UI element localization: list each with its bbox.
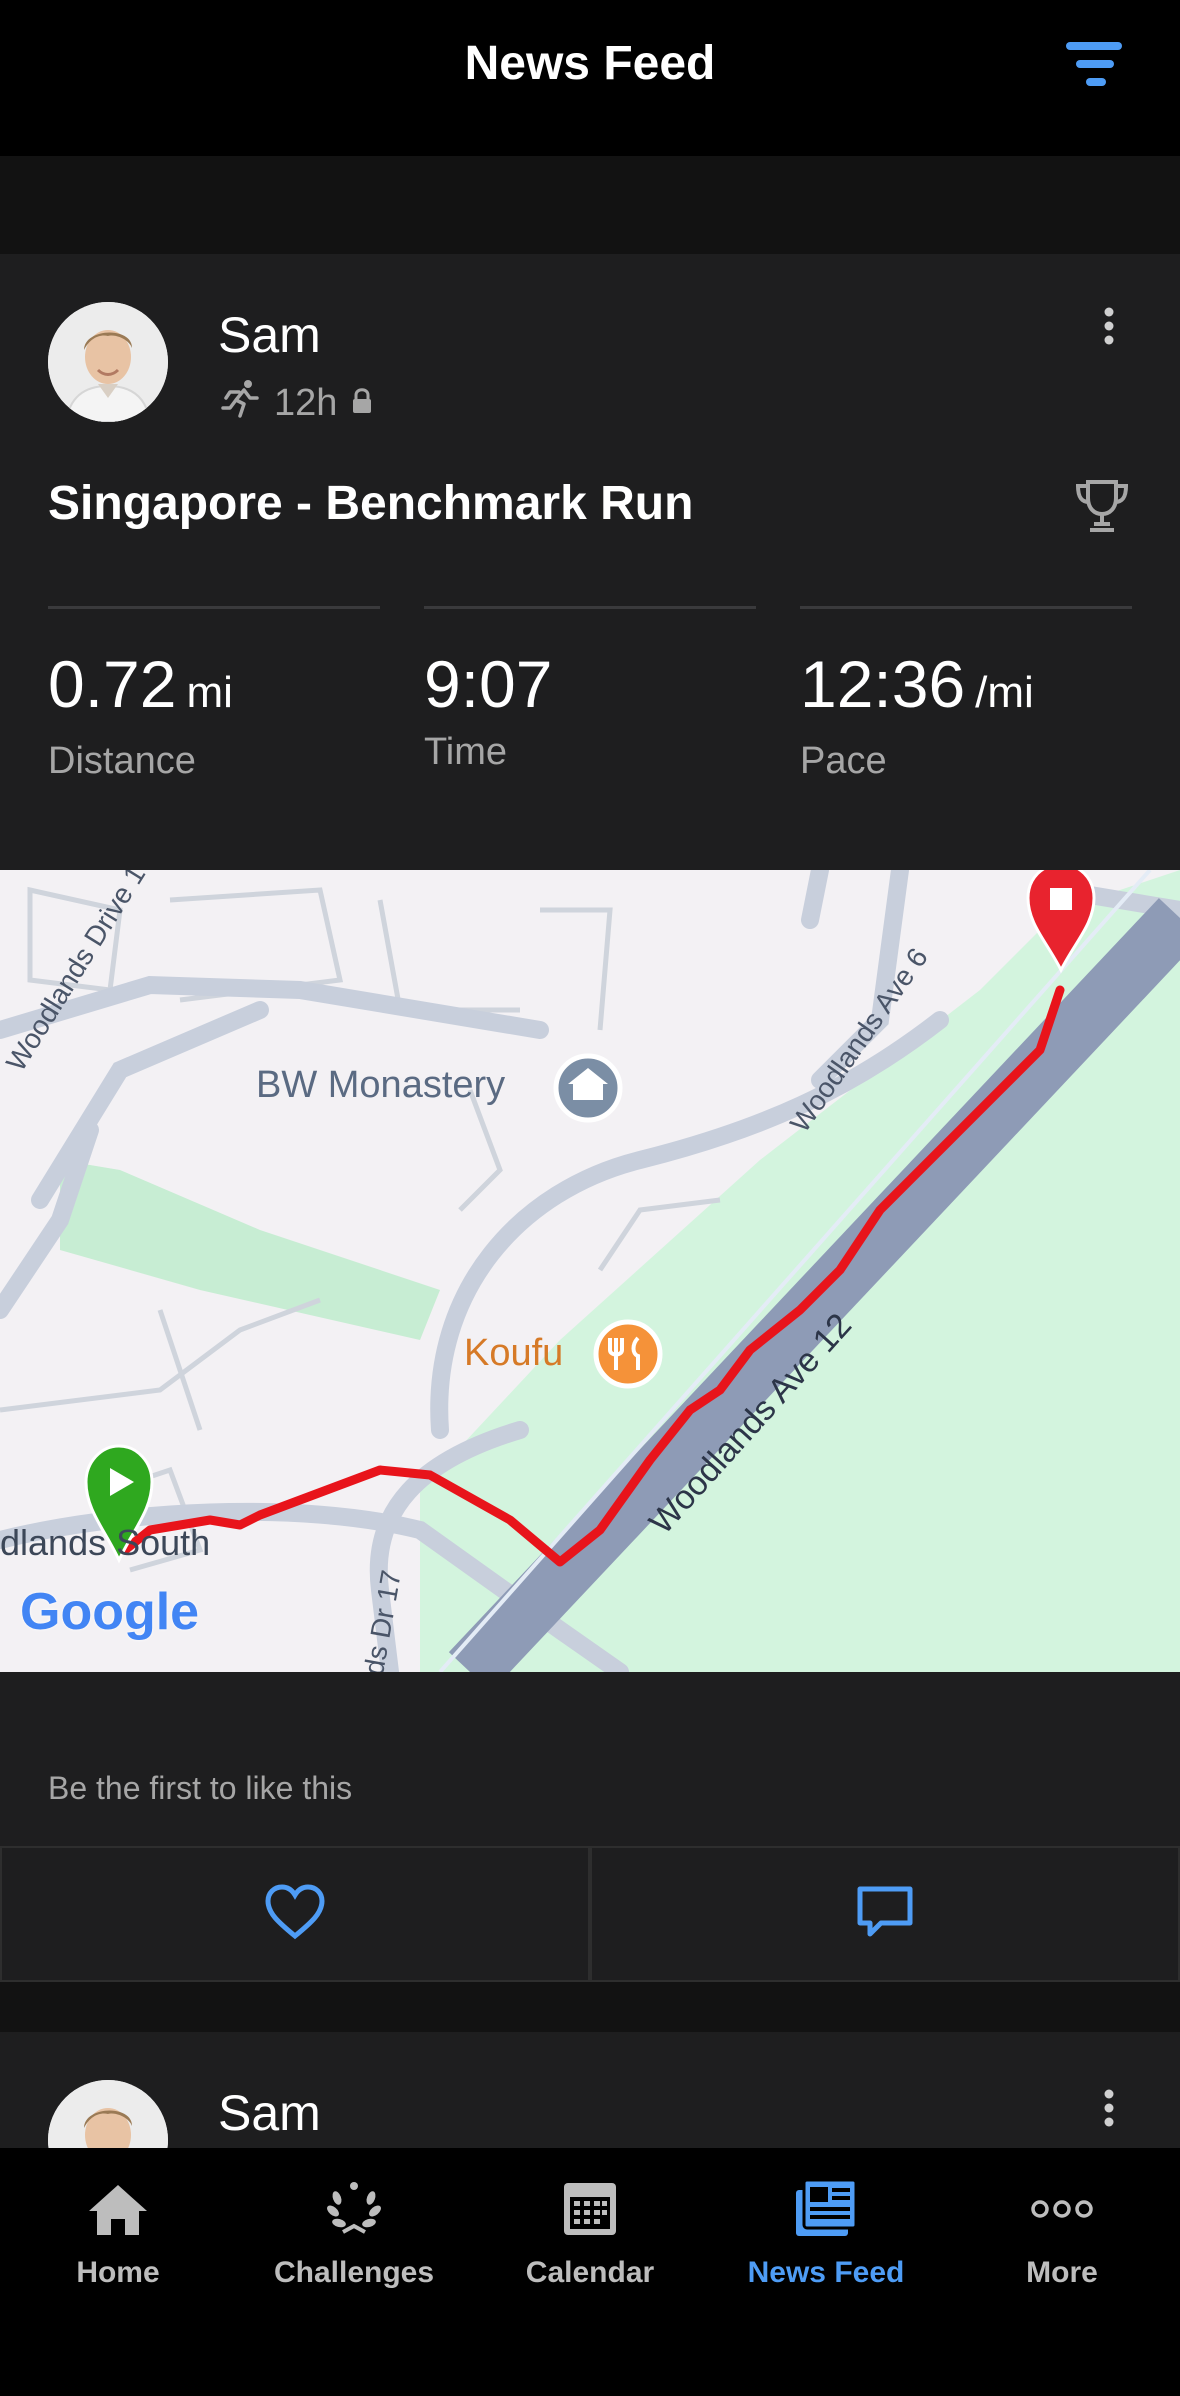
map-label: dlands South <box>0 1522 211 1563</box>
page-title: News Feed <box>464 37 716 90</box>
stat-value: 9:07 <box>424 647 553 721</box>
stat-value: 0.72 <box>48 647 177 721</box>
trophy-icon[interactable] <box>1072 476 1132 536</box>
restaurant-marker-icon <box>593 1319 663 1389</box>
tab-label: More <box>1026 2256 1098 2289</box>
laurel-icon <box>236 2174 472 2244</box>
stat-label: Distance <box>48 740 196 782</box>
activity-title[interactable]: Singapore - Benchmark Run <box>48 476 693 531</box>
more-options-icon[interactable] <box>1094 304 1124 354</box>
stat-label: Time <box>424 731 508 773</box>
tab-calendar[interactable]: Calendar <box>472 2148 708 2308</box>
tab-label: Calendar <box>525 2256 655 2289</box>
time-ago: 12h <box>274 381 338 424</box>
tab-news-feed[interactable]: News Feed <box>708 2148 944 2308</box>
running-icon <box>220 378 260 428</box>
likes-summary[interactable]: Be the first to like this <box>48 1770 352 1807</box>
map-label: Koufu <box>464 1332 564 1374</box>
stat-pace: 12:36/mi Pace <box>800 606 1132 783</box>
stat-unit: /mi <box>975 668 1034 717</box>
user-name[interactable]: Sam <box>218 306 321 364</box>
home-icon <box>0 2174 236 2244</box>
more-options-icon[interactable] <box>1094 2086 1124 2136</box>
avatar[interactable] <box>48 2080 168 2148</box>
comment-icon <box>855 1884 915 1945</box>
heart-icon <box>264 1883 326 1945</box>
tab-label: News Feed <box>747 2256 905 2289</box>
news-feed-icon <box>708 2174 944 2244</box>
route-map[interactable]: BW Monastery Koufu dlands South Woodland… <box>0 870 1180 1672</box>
avatar[interactable] <box>48 302 168 422</box>
stat-time: 9:07 Time <box>424 606 756 774</box>
stat-distance: 0.72 mi Distance <box>48 606 380 783</box>
stat-value: 12:36 <box>800 647 966 721</box>
tab-label: Home <box>76 2256 160 2289</box>
user-name[interactable]: Sam <box>218 2084 321 2142</box>
more-icon <box>944 2174 1180 2244</box>
feed-spacer <box>0 1982 1180 2032</box>
google-logo: Google <box>20 1583 200 1641</box>
feed-spacer <box>0 156 1180 254</box>
stat-unit: mi <box>186 668 233 717</box>
map-label: BW Monastery <box>256 1064 506 1106</box>
filter-icon[interactable] <box>1058 38 1130 98</box>
calendar-icon <box>472 2174 708 2244</box>
comment-button[interactable] <box>590 1846 1180 1982</box>
like-button[interactable] <box>0 1846 590 1982</box>
tab-home[interactable]: Home <box>0 2148 236 2308</box>
activity-card[interactable]: Sam <box>0 2032 1180 2148</box>
place-marker-icon <box>553 1053 623 1123</box>
bottom-tab-bar: Home Challenges Calendar News Feed More <box>0 2148 1180 2396</box>
lock-icon <box>351 382 373 425</box>
tab-more[interactable]: More <box>944 2148 1180 2308</box>
tab-label: Challenges <box>273 2256 435 2289</box>
stat-label: Pace <box>800 740 887 782</box>
post-meta: 12h <box>220 378 373 428</box>
tab-challenges[interactable]: Challenges <box>236 2148 472 2308</box>
top-bar: News Feed <box>0 0 1180 156</box>
